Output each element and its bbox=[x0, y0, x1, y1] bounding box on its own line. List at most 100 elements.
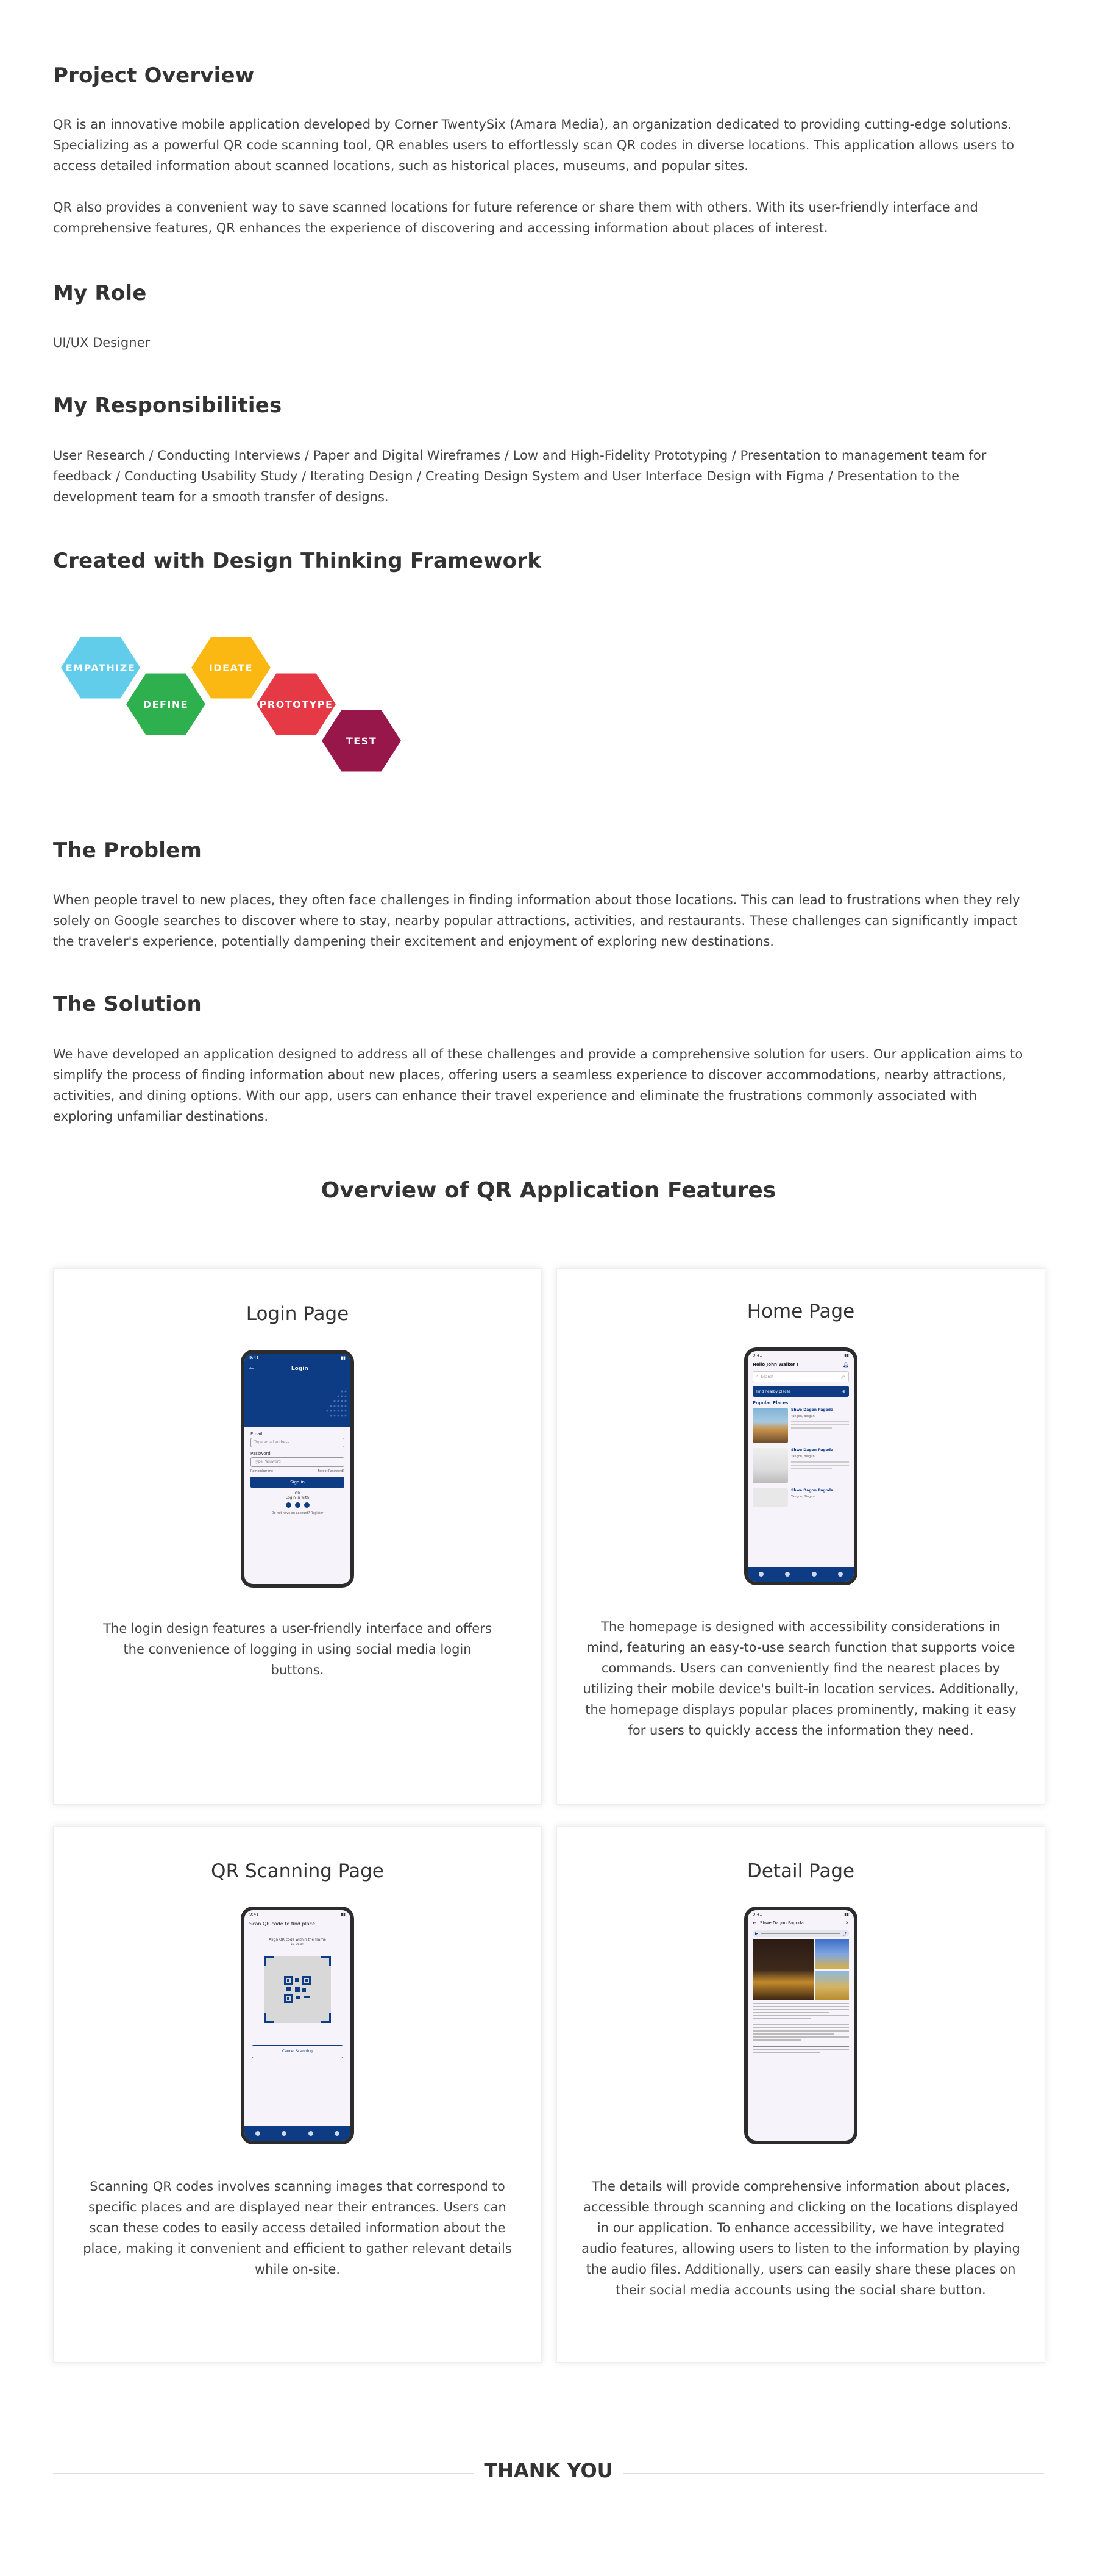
microphone-icon[interactable]: 🎤︎ bbox=[840, 1375, 845, 1379]
responsibilities-title: My Responsibilities bbox=[53, 393, 282, 418]
remember-me-checkbox[interactable]: Remember me bbox=[250, 1469, 273, 1473]
pagoda-side-image bbox=[815, 1939, 849, 1969]
solution-text: We have developed an application designe… bbox=[53, 1047, 1023, 1124]
login-header: Login bbox=[291, 1366, 308, 1372]
search-input[interactable]: ⌕ Search 🎤︎ bbox=[753, 1371, 849, 1382]
profile-nav-icon[interactable] bbox=[838, 1572, 843, 1577]
project-overview-paragraph-1: QR is an innovative mobile application d… bbox=[53, 117, 1014, 173]
qr-phone-mockup: 9:41 ▮▮ Scan QR code to find place Align … bbox=[241, 1907, 354, 2144]
register-link[interactable]: Do not have an account? Register bbox=[244, 1511, 350, 1515]
responsibilities-text: User Research / Conducting Interviews / … bbox=[53, 448, 987, 504]
card-description: Scanning QR codes involves scanning imag… bbox=[83, 2179, 512, 2277]
back-arrow-icon[interactable]: ← bbox=[753, 1921, 756, 1925]
pagoda-main-image bbox=[753, 1939, 814, 2000]
close-icon[interactable]: ✕ bbox=[845, 1921, 849, 1925]
notification-bell-icon[interactable]: 🔔︎ bbox=[843, 1362, 849, 1368]
share-icon[interactable]: ⤴ bbox=[843, 1931, 847, 1936]
battery-icon: ▮▮ bbox=[844, 1353, 849, 1358]
hexagon-label-define: DEFINE bbox=[143, 699, 188, 710]
hexagon-label-prototype: PROTOTYPE bbox=[260, 699, 333, 710]
design-thinking-title: Created with Design Thinking Framework bbox=[53, 549, 542, 573]
bottom-navigation bbox=[748, 1567, 854, 1582]
find-nearby-button[interactable]: Find nearby places ⊕ bbox=[753, 1386, 849, 1397]
status-time: 9:41 bbox=[753, 1353, 762, 1358]
problem-title: The Problem bbox=[53, 838, 202, 863]
location-target-icon: ⊕ bbox=[842, 1389, 845, 1394]
login-phone-mockup: 9:41 ▮▮ ← Login Email Type email address… bbox=[241, 1350, 354, 1588]
qr-code-icon bbox=[284, 1976, 311, 2003]
place-card[interactable]: Shwe Dagon Pagoda Yangon, Bingun bbox=[753, 1488, 849, 1507]
play-icon[interactable]: ▶ bbox=[755, 1932, 758, 1936]
features-title: Overview of QR Application Features bbox=[321, 1178, 776, 1203]
or-divider: OR bbox=[294, 1491, 300, 1496]
profile-nav-icon[interactable] bbox=[335, 2131, 340, 2136]
solution-title: The Solution bbox=[53, 992, 202, 1016]
place-name: Shwe Dagon Pagoda bbox=[791, 1408, 834, 1412]
project-overview-title: Project Overview bbox=[53, 63, 255, 88]
home-nav-icon[interactable] bbox=[255, 2131, 260, 2136]
status-time: 9:41 bbox=[249, 1355, 259, 1360]
google-login-icon[interactable] bbox=[294, 1502, 300, 1508]
password-field[interactable]: Type Password bbox=[250, 1457, 344, 1467]
card-title: QR Scanning Page bbox=[211, 1860, 384, 1882]
project-overview-paragraph-2: QR also provides a convenient way to sav… bbox=[53, 200, 978, 235]
qr-scan-frame bbox=[264, 1956, 331, 2023]
explore-nav-icon[interactable] bbox=[785, 1572, 790, 1577]
hexagon-label-test: TEST bbox=[346, 735, 377, 747]
audio-player[interactable]: ▶ ⤴ bbox=[753, 1930, 849, 1937]
detail-screen: 9:41 ▮▮ ← Shwe Dagon Pagoda ✕ ▶ ⤴ bbox=[748, 1910, 854, 2141]
place-card[interactable]: Shwe Dagon Pagoda Yangon, Bingun bbox=[753, 1448, 849, 1483]
my-role-title: My Role bbox=[53, 281, 147, 305]
pagoda-thumbnail bbox=[753, 1448, 788, 1483]
feature-card-detail: Detail Page 9:41 ▮▮ ← Shwe Dagon Pagoda ✕… bbox=[556, 1826, 1045, 2363]
qr-screen: 9:41 ▮▮ Scan QR code to find place Align … bbox=[244, 1910, 350, 2141]
card-title: Detail Page bbox=[747, 1860, 855, 1882]
find-nearby-label: Find nearby places bbox=[756, 1389, 791, 1394]
card-description: The login design features a user-friendl… bbox=[103, 1621, 492, 1677]
pagoda-thumbnail bbox=[753, 1488, 788, 1507]
place-location: Yangon, Bingun bbox=[791, 1455, 815, 1458]
hexagon-label-empathize: EMPATHIZE bbox=[66, 662, 136, 674]
popular-places-heading: Popular Places bbox=[753, 1400, 789, 1405]
home-phone-mockup: 9:41 ▮▮ Hello John Walker ! 🔔︎ ⌕ Search 🎤… bbox=[744, 1347, 857, 1585]
problem-text: When people travel to new places, they o… bbox=[53, 893, 1020, 949]
saved-nav-icon[interactable] bbox=[308, 2131, 313, 2136]
detail-phone-mockup: 9:41 ▮▮ ← Shwe Dagon Pagoda ✕ ▶ ⤴ bbox=[744, 1907, 857, 2144]
search-placeholder: Search bbox=[761, 1374, 773, 1379]
apple-login-icon[interactable] bbox=[304, 1502, 310, 1508]
feature-card-login: Login Page 9:41 ▮▮ ← Login Email Type em… bbox=[53, 1268, 542, 1805]
pagoda-side-image bbox=[815, 1971, 849, 2000]
dot-pattern-decoration bbox=[326, 1390, 347, 1417]
place-list: Shwe Dagon Pagoda Yangon, Bingun Shwe Da… bbox=[748, 1408, 854, 1507]
battery-icon: ▮▮ bbox=[844, 1912, 849, 1917]
place-card[interactable]: Shwe Dagon Pagoda Yangon, Bingun bbox=[753, 1408, 849, 1443]
cancel-scanning-button[interactable]: Cancel Scanning bbox=[252, 2045, 343, 2058]
card-title: Login Page bbox=[246, 1303, 349, 1325]
forgot-password-link[interactable]: Forgot Password? bbox=[318, 1469, 344, 1473]
search-icon: ⌕ bbox=[756, 1374, 759, 1379]
password-label: Password bbox=[250, 1451, 271, 1456]
qr-header: Scan QR code to find place bbox=[249, 1921, 316, 1927]
email-label: Email bbox=[250, 1432, 263, 1436]
explore-nav-icon[interactable] bbox=[282, 2131, 287, 2136]
qr-hint: Align QR code within the frame to scan bbox=[269, 1938, 326, 1946]
place-name: Shwe Dagon Pagoda bbox=[791, 1488, 834, 1493]
login-screen: 9:41 ▮▮ ← Login Email Type email address… bbox=[244, 1354, 350, 1584]
place-location: Yangon, Bingun bbox=[791, 1495, 815, 1499]
detail-header: Shwe Dagon Pagoda bbox=[759, 1921, 804, 1925]
thank-you-text: THANK YOU bbox=[484, 2459, 613, 2482]
sign-in-button[interactable]: Sign in bbox=[250, 1477, 344, 1488]
home-nav-icon[interactable] bbox=[758, 1572, 764, 1577]
battery-icon: ▮▮ bbox=[341, 1355, 346, 1360]
design-thinking-diagram: EMPATHIZE DEFINE IDEATE PROTOTYPE TEST bbox=[57, 633, 405, 775]
detail-description-lines bbox=[753, 2003, 849, 2053]
email-field[interactable]: Type email address bbox=[250, 1438, 344, 1447]
card-description: The homepage is designed with accessibil… bbox=[583, 1619, 1019, 1738]
card-title: Home Page bbox=[747, 1300, 855, 1322]
card-description: The details will provide comprehensive i… bbox=[581, 2179, 1020, 2297]
back-arrow-icon[interactable]: ← bbox=[249, 1366, 254, 1372]
saved-nav-icon[interactable] bbox=[811, 1572, 817, 1577]
bottom-navigation bbox=[244, 2126, 350, 2141]
my-role-text: UI/UX Designer bbox=[53, 335, 151, 350]
facebook-login-icon[interactable] bbox=[285, 1502, 291, 1508]
